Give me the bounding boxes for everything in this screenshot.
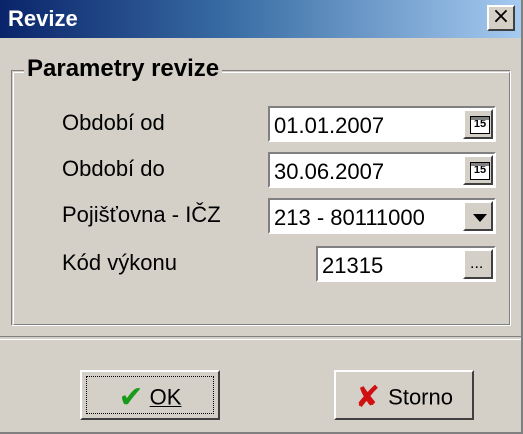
obdobi-od-calendar-button[interactable]: 15	[463, 109, 493, 139]
close-button[interactable]: ×	[487, 5, 515, 31]
dropdown-arrow-icon	[473, 214, 487, 222]
calendar-icon: 15	[470, 116, 490, 134]
obdobi-od-input[interactable]: 01.01.2007 15	[268, 106, 496, 142]
kod-vykonu-value: 21315	[322, 253, 384, 278]
window-title: Revize	[8, 6, 78, 31]
obdobi-do-input[interactable]: 30.06.2007 15	[268, 152, 496, 188]
obdobi-do-calendar-button[interactable]: 15	[463, 155, 493, 185]
storno-button-label: Storno	[388, 384, 453, 410]
obdobi-do-label: Období do	[62, 156, 165, 181]
x-mark-icon: ✘	[355, 380, 381, 415]
group-legend: Parametry revize	[24, 55, 223, 83]
kod-vykonu-label: Kód výkonu	[62, 250, 177, 275]
obdobi-od-label: Období od	[62, 110, 165, 135]
obdobi-do-value: 30.06.2007	[274, 159, 385, 184]
kod-vykonu-browse-button[interactable]: ...	[463, 249, 493, 279]
ok-button-label: OK	[149, 384, 182, 410]
kod-vykonu-input[interactable]: 21315 ...	[316, 246, 496, 282]
pojistovna-dropdown-button[interactable]	[463, 201, 493, 231]
close-icon: ×	[491, 4, 511, 29]
calendar-icon: 15	[470, 162, 490, 180]
pojistovna-label: Pojišťovna - IČZ	[62, 202, 221, 227]
pojistovna-value: 213 - 80111000	[274, 205, 425, 230]
ellipsis-icon: ...	[470, 255, 484, 272]
title-bar[interactable]: Revize ×	[0, 0, 521, 38]
checkmark-icon: ✔	[118, 380, 144, 415]
obdobi-od-value: 01.01.2007	[274, 113, 385, 138]
pojistovna-select[interactable]: 213 - 80111000	[268, 198, 496, 234]
separator	[0, 336, 521, 340]
ok-button[interactable]: ✔ OK	[80, 370, 220, 420]
revize-dialog: Revize × Parametry revize Období od 01.0…	[0, 0, 523, 434]
storno-button[interactable]: ✘ Storno	[334, 370, 474, 420]
